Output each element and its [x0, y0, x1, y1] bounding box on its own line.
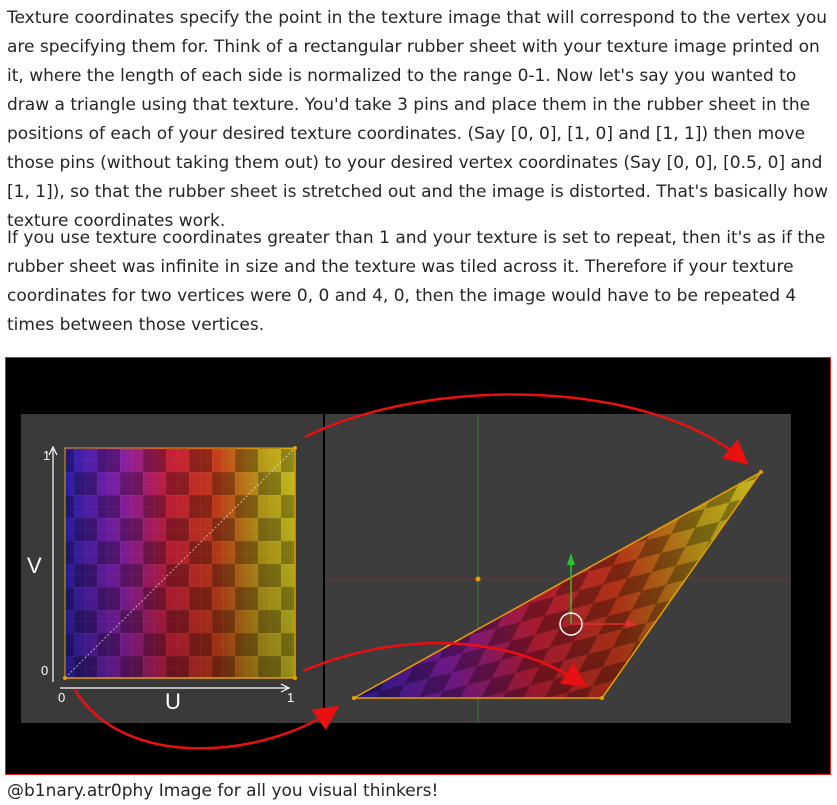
paragraph-texture-coordinates: Texture coordinates specify the point in…: [7, 8, 829, 231]
u-axis-label: U: [165, 689, 181, 714]
uv-pin-origin: [63, 676, 67, 680]
mesh-vertex-c: [759, 470, 763, 474]
object-origin-dot: [475, 576, 481, 582]
uv-pin-right: [293, 676, 297, 680]
uv-pin-top: [293, 446, 297, 450]
tick-one-y: 1: [43, 448, 50, 463]
paragraph-texture-repeat: If you use texture coordinates greater t…: [7, 228, 826, 335]
tick-zero-y: 0: [41, 663, 48, 678]
image-caption: @b1nary.atr0phy Image for all you visual…: [7, 781, 439, 801]
tick-zero-x: 0: [58, 690, 65, 705]
tick-one-x: 1: [287, 690, 294, 705]
v-axis-label: V: [27, 553, 42, 578]
uv-mapping-figure: V U 1 0 0 1: [5, 357, 831, 775]
mesh-vertex-a: [352, 696, 356, 700]
mesh-vertex-b: [600, 696, 604, 700]
